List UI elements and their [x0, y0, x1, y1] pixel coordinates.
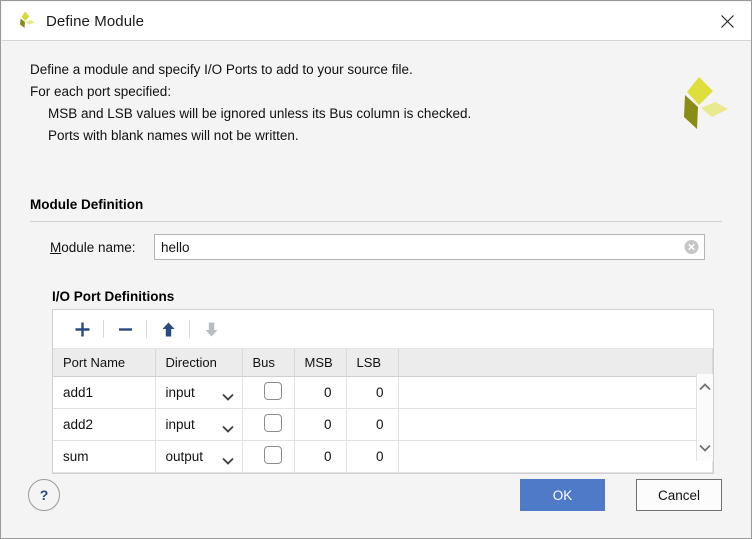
toolbar-divider	[189, 320, 190, 338]
add-port-button[interactable]	[65, 315, 99, 343]
column-header-direction[interactable]: Direction	[155, 349, 243, 377]
cell-port-name[interactable]: add2	[53, 408, 156, 441]
io-ports-toolbar	[53, 310, 713, 349]
cell-lsb[interactable]: 0	[346, 376, 399, 409]
move-port-down-button	[194, 315, 228, 343]
direction-value: output	[165, 449, 204, 464]
bus-checkbox[interactable]	[263, 382, 282, 400]
intro-line-4: Ports with blank names will not be writt…	[48, 128, 299, 143]
bus-checkbox[interactable]	[263, 414, 282, 432]
module-name-mnemonic: M	[50, 239, 62, 255]
cell-direction[interactable]: output	[155, 440, 243, 473]
bus-checkbox[interactable]	[263, 446, 282, 464]
table-vertical-scrollbar[interactable]	[696, 374, 713, 461]
vivado-brand-logo-icon	[672, 75, 728, 133]
chevron-down-icon[interactable]	[699, 439, 711, 457]
module-definition-divider	[30, 221, 722, 222]
close-icon[interactable]	[708, 6, 746, 36]
direction-value: input	[165, 385, 195, 400]
cell-direction[interactable]: input	[155, 408, 243, 441]
cell-msb[interactable]: 0	[294, 408, 347, 441]
help-button[interactable]: ?	[28, 479, 60, 511]
cell-msb[interactable]: 0	[294, 440, 347, 473]
clear-circle-icon[interactable]	[684, 240, 699, 255]
intro-line-2: For each port specified:	[30, 84, 172, 99]
remove-port-button[interactable]	[108, 315, 142, 343]
toolbar-divider	[146, 320, 147, 338]
module-name-label: Module name:	[50, 240, 154, 255]
cancel-button[interactable]: Cancel	[636, 479, 722, 511]
cell-spacer	[398, 376, 713, 409]
chevron-up-icon[interactable]	[699, 378, 711, 396]
ok-button[interactable]: OK	[520, 479, 605, 511]
table-row[interactable]: add2 input 0 0	[53, 408, 713, 441]
cell-spacer	[398, 408, 713, 441]
chevron-down-icon[interactable]	[221, 389, 234, 401]
table-row[interactable]: sum output 0 0	[53, 440, 713, 473]
define-module-dialog: Define Module Define a module and specif…	[0, 0, 752, 539]
window-title: Define Module	[46, 12, 145, 30]
module-name-row: Module name:	[50, 234, 705, 260]
table-header-row: Port Name Direction Bus MSB LSB	[53, 349, 713, 377]
io-ports-table-wrap: Port Name Direction Bus MSB LSB add1 inp…	[53, 349, 713, 473]
module-name-input-wrap	[154, 234, 705, 260]
dialog-body: Define a module and specify I/O Ports to…	[2, 41, 751, 538]
io-ports-table: Port Name Direction Bus MSB LSB add1 inp…	[53, 349, 713, 473]
toolbar-divider	[103, 320, 104, 338]
title-bar: Define Module	[2, 2, 751, 41]
cell-direction[interactable]: input	[155, 376, 243, 409]
chevron-down-icon[interactable]	[221, 421, 234, 433]
io-port-definitions-heading: I/O Port Definitions	[52, 289, 175, 304]
module-name-label-rest: odule name:	[61, 239, 136, 255]
cell-msb[interactable]: 0	[294, 376, 347, 409]
cell-bus[interactable]	[242, 440, 295, 473]
cell-port-name[interactable]: sum	[53, 440, 156, 473]
table-row[interactable]: add1 input 0 0	[53, 376, 713, 409]
move-port-up-button[interactable]	[151, 315, 185, 343]
module-name-input[interactable]	[154, 234, 705, 260]
intro-line-3: MSB and LSB values will be ignored unles…	[48, 106, 472, 121]
column-header-msb[interactable]: MSB	[294, 349, 347, 377]
intro-text-block: Define a module and specify I/O Ports to…	[30, 59, 590, 147]
vivado-logo-icon	[14, 10, 36, 32]
cell-lsb[interactable]: 0	[346, 440, 399, 473]
direction-value: input	[165, 417, 195, 432]
cell-spacer	[398, 440, 713, 473]
cell-port-name[interactable]: add1	[53, 376, 156, 409]
io-ports-panel: Port Name Direction Bus MSB LSB add1 inp…	[52, 309, 714, 474]
column-header-spacer	[398, 349, 713, 377]
cell-bus[interactable]	[242, 408, 295, 441]
column-header-bus[interactable]: Bus	[242, 349, 295, 377]
cell-lsb[interactable]: 0	[346, 408, 399, 441]
chevron-down-icon[interactable]	[221, 453, 234, 465]
intro-line-1: Define a module and specify I/O Ports to…	[30, 62, 413, 77]
column-header-port-name[interactable]: Port Name	[53, 349, 156, 377]
column-header-lsb[interactable]: LSB	[346, 349, 399, 377]
cell-bus[interactable]	[242, 376, 295, 409]
module-definition-heading: Module Definition	[30, 197, 144, 212]
